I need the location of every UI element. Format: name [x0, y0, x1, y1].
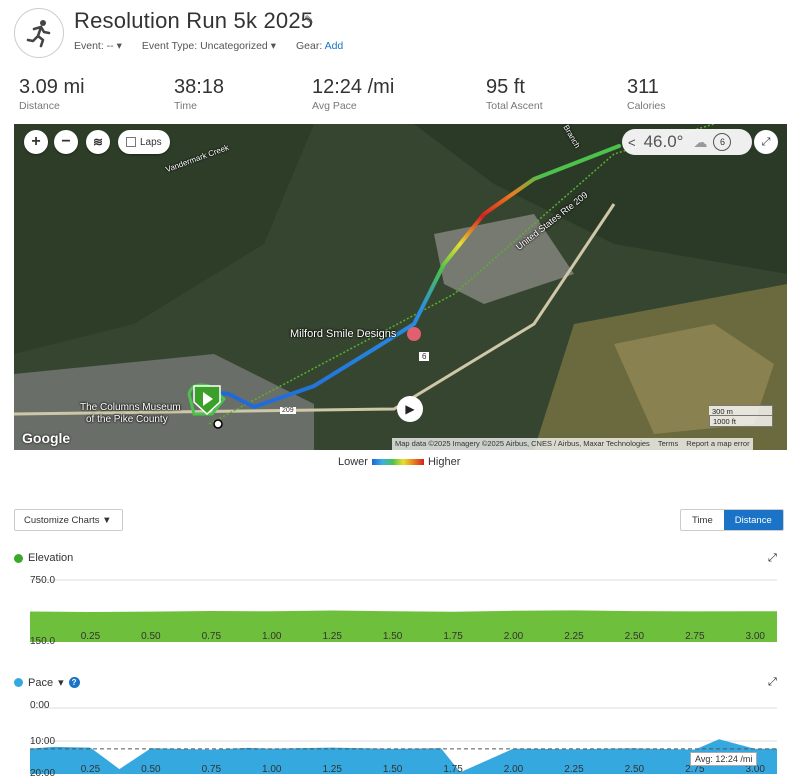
- pace-dot-icon: [14, 678, 23, 687]
- weather-widget[interactable]: < 46.0° ☁ 6: [622, 129, 752, 155]
- poi-label: Milford Smile Designs: [290, 328, 397, 340]
- x-tick-label: 0.25: [81, 631, 101, 642]
- cloud-icon: ☁: [693, 133, 708, 150]
- x-tick-label: 2.75: [685, 631, 705, 642]
- elevation-chart-header: Elevation: [14, 552, 73, 564]
- fullscreen-icon[interactable]: ⤢: [754, 130, 778, 154]
- y-tick-label: 10:00: [30, 736, 55, 747]
- caret-down-icon: ▼: [102, 514, 112, 526]
- activity-title: Resolution Run 5k 2025: [74, 8, 314, 33]
- y-tick-label: 750.0: [30, 575, 55, 586]
- museum-label-line1: The Columns Museum: [80, 402, 181, 413]
- pace-dropdown-caret-icon[interactable]: ▾: [58, 676, 64, 689]
- zoom-in-button[interactable]: +: [24, 130, 48, 154]
- time-toggle-button[interactable]: Time: [681, 510, 724, 530]
- x-tick-label: 1.50: [383, 631, 403, 642]
- y-tick-label: 20:00: [30, 768, 55, 779]
- stat-calories: 311 Calories: [627, 76, 666, 112]
- x-tick-label: 0.50: [141, 631, 161, 642]
- y-tick-label: 0:00: [30, 700, 50, 711]
- edit-pencil-icon[interactable]: ✎: [304, 13, 314, 27]
- map-attribution: Map data ©2025 Imagery ©2025 Airbus, CNE…: [392, 438, 753, 450]
- x-tick-label: 2.25: [564, 631, 584, 642]
- pace-chart[interactable]: 0:00 10:00 20:00 0.25 0.50 0.75 1.00 1.25 1.50 1.…: [0, 696, 800, 781]
- event-dropdown[interactable]: Event: -- ▾: [74, 40, 122, 52]
- x-tick-label: 2.50: [625, 631, 645, 642]
- gear-field: Gear: Add: [295, 40, 344, 52]
- weather-temperature: 46.0°: [643, 132, 684, 151]
- stat-total-ascent: 95 ft Total Ascent: [486, 76, 543, 112]
- stat-distance: 3.09 mi Distance: [19, 76, 85, 112]
- help-icon[interactable]: ?: [68, 677, 80, 688]
- laps-checkbox[interactable]: Laps: [118, 130, 170, 154]
- x-tick-label: 2.00: [504, 764, 524, 775]
- route-map[interactable]: + − ≋ Laps < 46.0° ☁ 6 ⤢ Milford Smile D…: [14, 124, 787, 450]
- route-6-shield: 6: [419, 352, 430, 361]
- gear-add-link[interactable]: Add: [325, 40, 344, 52]
- chevron-left-icon[interactable]: <: [628, 135, 636, 150]
- distance-toggle-button[interactable]: Distance: [723, 510, 783, 530]
- x-axis-toggle: Time Distance: [680, 509, 784, 531]
- activity-header: Resolution Run 5k 2025 ✎ Event: -- ▾ Eve…: [0, 0, 800, 62]
- play-animation-button[interactable]: ▶: [397, 396, 423, 422]
- x-tick-label: 0.25: [81, 764, 101, 775]
- report-error-link[interactable]: Report a map error: [686, 439, 749, 449]
- x-tick-label: 2.00: [504, 631, 524, 642]
- museum-label-line2: of the Pike County: [86, 414, 168, 425]
- map-scale: 300 m 1000 ft: [709, 405, 773, 427]
- customize-charts-dropdown[interactable]: Customize Charts ▼: [14, 509, 123, 531]
- elevation-chart[interactable]: 750.0 150.0 0.25 0.50 0.75 1.00 1.25 1.50 1.75 2.…: [0, 572, 800, 647]
- route-209-shield: 209: [280, 407, 296, 414]
- event-type-dropdown[interactable]: Event Type: Uncategorized ▾: [142, 40, 276, 52]
- pace-chart-header: Pace ▾ ?: [14, 676, 80, 689]
- x-tick-label: 1.00: [262, 631, 282, 642]
- expand-pace-icon[interactable]: ⤢: [768, 676, 777, 689]
- elevation-dot-icon: [14, 553, 23, 563]
- x-tick-label: 0.50: [141, 764, 161, 775]
- stat-avg-pace: 12:24 /mi Avg Pace: [312, 76, 395, 112]
- x-tick-label: 2.25: [564, 764, 584, 775]
- running-icon: [14, 8, 64, 58]
- summary-stats: 3.09 mi Distance 38:18 Time 12:24 /mi Avg P…: [0, 76, 800, 116]
- x-tick-label: 1.25: [322, 764, 342, 775]
- stat-time: 38:18 Time: [174, 76, 225, 112]
- x-tick-label: 1.50: [383, 764, 403, 775]
- x-tick-label: 1.25: [322, 631, 342, 642]
- google-logo: Google: [22, 430, 71, 446]
- color-gradient-bar: [371, 459, 424, 465]
- terms-link[interactable]: Terms: [658, 439, 678, 449]
- wind-speed: 6: [713, 133, 732, 151]
- checkbox-icon[interactable]: [126, 137, 136, 147]
- x-tick-label: 2.50: [625, 764, 645, 775]
- pace-chart-title: Pace: [28, 676, 54, 689]
- elevation-color-legend: Lower Higher: [338, 456, 461, 468]
- pace-average-label: Avg: 12:24 /mi: [690, 752, 758, 766]
- zoom-out-button[interactable]: −: [54, 130, 78, 154]
- elevation-chart-title: Elevation: [28, 552, 74, 564]
- layers-icon[interactable]: ≋: [86, 130, 110, 154]
- x-tick-label: 1.75: [443, 764, 463, 775]
- y-tick-label: 150.0: [30, 636, 55, 647]
- expand-elevation-icon[interactable]: ⤢: [768, 552, 777, 565]
- x-tick-label: 3.00: [746, 631, 766, 642]
- x-tick-label: 1.00: [262, 764, 282, 775]
- x-tick-label: 0.75: [202, 764, 222, 775]
- x-tick-label: 1.75: [443, 631, 463, 642]
- x-tick-label: 0.75: [202, 631, 222, 642]
